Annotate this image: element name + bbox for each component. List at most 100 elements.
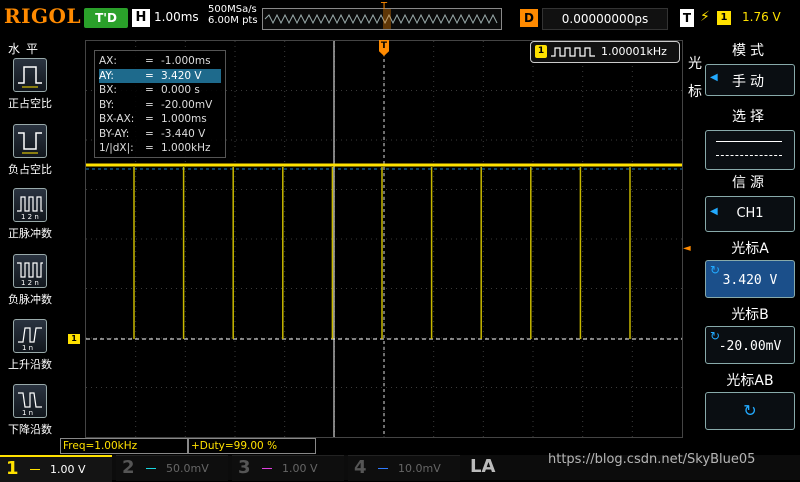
measure-label: 下降沿数 [8,423,52,436]
rigol-logo: RIGOL [4,4,82,28]
trigger-position-marker: T [381,1,388,12]
svg-text:1 n: 1 n [22,409,33,417]
cursor-value: 3.420 V [161,69,202,82]
cursor-value: 1.000ms [161,113,207,125]
cursor-key: BY: [99,98,115,111]
source-selector[interactable]: ◀ CH1 [705,196,795,232]
sample-rate: 500MSa/s [208,4,257,15]
trigger-edge-icon: ⚡ [700,9,710,25]
positive-pulse-count-icon: 1 2 n [13,188,47,222]
channel-tab-3[interactable]: 3 1.00 V [232,455,344,481]
cursor-readout-row: BX: = 0.000 s [99,83,200,97]
cursor-readout-row: BY: = -20.00mV [99,98,212,112]
measure-positive-duty[interactable]: 正占空比 [6,58,54,111]
coupling-icon [146,460,156,469]
rising-edge-count-icon: 1 n [13,319,47,353]
memory-depth: 6.00M pts [208,15,258,26]
trigger-level[interactable]: 1.76 V [742,10,781,24]
sample-info: 500MSa/s 6.00M pts [208,4,258,26]
measure-label: 上升沿数 [8,358,52,371]
channel-scale: 1.00 V [282,462,318,475]
cursor-value: 1.000kHz [161,142,211,154]
trigger-channel: 1 [717,11,731,25]
measure-positive-pulse-count[interactable]: 1 2 n 正脉冲数 [6,188,54,241]
cursor-a-control[interactable]: ↻ 3.420 V [705,260,795,298]
measure-label: 负占空比 [8,163,52,176]
top-status-bar: RIGOL T'D H 1.00ms 500MSa/s 6.00M pts T … [0,0,800,36]
horizontal-badge: H [132,9,150,27]
timebase-value[interactable]: 1.00ms [154,10,199,24]
measure-negative-duty[interactable]: 负占空比 [6,124,54,177]
cursor-eq: = [145,127,154,140]
measure-falling-edge-count[interactable]: 1 n 下降沿数 [6,384,54,437]
delay-badge: D [520,9,538,27]
cursor-b-value: -20.00mV [718,339,782,354]
svg-text:1 2 n: 1 2 n [21,279,39,287]
mode-selector[interactable]: ◀ 手动 [705,64,795,96]
measure-label: 负脉冲数 [8,293,52,306]
panel-title: 水平 [8,42,45,56]
select-line-solid [716,141,782,142]
cursor-eq: = [145,69,154,82]
cursor-ab-control[interactable]: ↻ [705,392,795,430]
cursor-key: BX: [99,84,117,96]
logic-analyzer-tab[interactable]: LA [466,455,546,480]
cursor-value: -3.440 V [161,127,206,140]
cursor-ab-title: 光标AB [726,373,774,389]
cursor-menu: 模式 ◀ 手动 选择 信源 ◀ CH1 光标A ↻ 3.420 V 光标B ↻ … [703,40,797,436]
channel-tab-1[interactable]: 1 1.00 V [0,455,112,482]
channel-scale: 1.00 V [50,463,86,476]
svg-text:1 2 n: 1 2 n [21,213,39,221]
freq-measurement[interactable]: Freq=1.00kHz [60,438,188,454]
measure-negative-pulse-count[interactable]: 1 2 n 负脉冲数 [6,254,54,307]
cursor-value: -20.00mV [161,98,213,111]
measure-rising-edge-count[interactable]: 1 n 上升沿数 [6,319,54,372]
channel-number: 1 [6,458,19,479]
channel-scale: 50.0mV [166,462,209,475]
cursor-value: -1.000ms [161,55,211,67]
cursor-value: 0.000 s [161,84,200,96]
measure-panel: 水平 正占空比 负占空比 1 2 n 正脉冲数 1 2 n 负脉冲数 1 n 上… [0,36,60,436]
cursor-eq: = [145,98,154,111]
ch1-ground-marker[interactable]: 1 [68,334,80,344]
svg-text:1 n: 1 n [22,344,33,352]
cursor-readout-row: BY-AY: = -3.440 V [99,127,205,141]
cursor-key: AY: [99,69,114,82]
measure-label: 正脉冲数 [8,227,52,240]
cursor-key: AX: [99,55,117,67]
duty-measurement[interactable]: +Duty=99.00 % [188,438,316,454]
freq-channel-badge: 1 [535,45,547,58]
cursor-readout-row: BX-AX: = 1.000ms [99,112,207,126]
measure-label: 正占空比 [8,97,52,110]
cursor-eq: = [145,55,154,67]
channel-scale: 10.0mV [398,462,441,475]
cursor-eq: = [145,84,154,96]
run-status-badge[interactable]: T'D [84,8,128,28]
cursor-key: BY-AY: [99,127,130,140]
source-value: CH1 [736,206,764,221]
channel-tab-4[interactable]: 4 10.0mV [348,455,460,481]
side-menu-label: 光标 [688,50,704,106]
cursor-b-control[interactable]: ↻ -20.00mV [705,326,795,364]
source-title: 信源 [732,175,768,191]
cursor-readout-row: AY: = 3.420 V [99,68,221,83]
trigger-level-marker[interactable]: ◄ [683,244,697,254]
cursor-readout-row: AX: = -1.000ms [99,54,211,68]
side-menu-label-text: 光标 [688,56,702,100]
select-title: 选择 [732,109,768,125]
cursor-key: 1/|dX|: [99,142,134,154]
channel-number: 4 [354,457,367,478]
cursor-eq: = [145,142,154,154]
coupling-icon [262,460,272,469]
select-control[interactable] [705,130,795,170]
delay-value[interactable]: 0.00000000ps [542,8,668,30]
channel-tab-2[interactable]: 2 50.0mV [116,455,228,481]
select-line-dashed [716,155,782,156]
square-wave-icon [551,47,595,57]
la-label: LA [470,456,496,477]
negative-duty-icon [13,124,47,158]
frequency-counter: 1 1.00001kHz [530,41,680,63]
cursor-b-title: 光标B [731,307,769,323]
coupling-icon [30,461,40,470]
cursor-key: BX-AX: [99,113,135,125]
